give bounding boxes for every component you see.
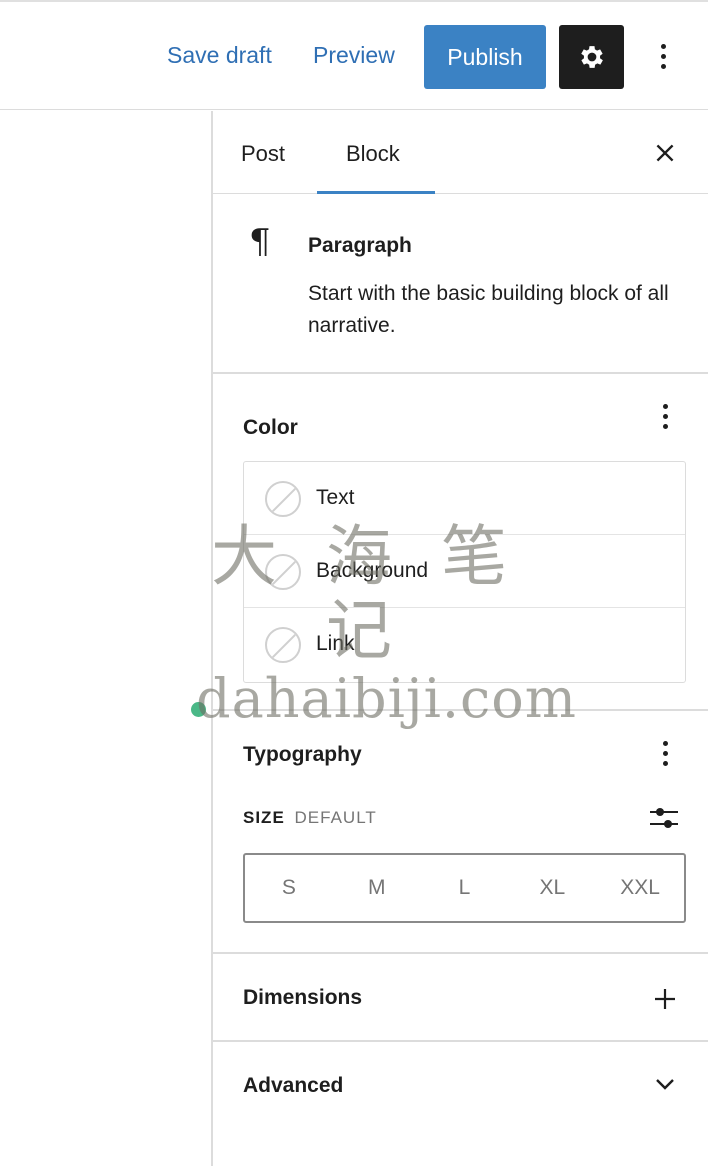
block-description: Start with the basic building block of a… <box>308 282 669 337</box>
font-size-option-xl[interactable]: XL <box>508 855 596 921</box>
more-vertical-icon <box>660 44 666 49</box>
preview-button[interactable]: Preview <box>313 42 395 69</box>
color-panel-title: Color <box>243 416 298 439</box>
editor-header: Save draft Preview Publish <box>0 0 708 110</box>
more-vertical-icon <box>662 741 668 746</box>
more-vertical-icon <box>662 404 668 409</box>
empty-swatch-icon <box>265 481 301 517</box>
custom-size-toggle-icon[interactable] <box>649 805 679 831</box>
more-options-button[interactable] <box>660 44 666 69</box>
size-key: SIZE <box>243 808 285 827</box>
dimensions-panel-title: Dimensions <box>243 986 363 1009</box>
sidebar-tabs: Post Block <box>213 111 708 194</box>
font-size-picker: S M L XL XXL <box>243 853 686 923</box>
color-item-label: Link <box>316 632 355 655</box>
plus-icon[interactable] <box>653 987 677 1011</box>
advanced-panel[interactable]: Advanced <box>213 1042 708 1130</box>
publish-button[interactable]: Publish <box>424 25 546 89</box>
font-size-option-s[interactable]: S <box>245 855 333 921</box>
font-size-label: SIZE DEFAULT <box>243 808 377 828</box>
color-panel: Color Text Background Link <box>213 374 708 711</box>
font-size-option-l[interactable]: L <box>421 855 509 921</box>
color-item-label: Text <box>316 486 355 509</box>
block-card: ¶ Paragraph Start with the basic buildin… <box>213 194 708 374</box>
gear-icon <box>580 46 603 68</box>
typography-panel: Typography SIZE DEFAULT S M L XL XXL <box>213 711 708 954</box>
settings-button[interactable] <box>559 25 624 89</box>
size-value: DEFAULT <box>294 808 377 827</box>
save-draft-button[interactable]: Save draft <box>167 42 272 69</box>
typography-panel-title: Typography <box>243 743 362 766</box>
paragraph-icon: ¶ <box>249 222 271 262</box>
editor-canvas[interactable] <box>0 111 211 1166</box>
block-title: Paragraph <box>308 234 412 257</box>
typography-options-button[interactable] <box>662 741 668 766</box>
color-options-button[interactable] <box>662 404 668 429</box>
close-icon[interactable] <box>652 140 678 166</box>
font-size-option-xxl[interactable]: XXL <box>596 855 684 921</box>
block-indicator-dot <box>191 702 206 717</box>
color-item-label: Background <box>316 559 429 582</box>
dimensions-panel[interactable]: Dimensions <box>213 954 708 1042</box>
tab-block[interactable]: Block <box>346 141 400 167</box>
color-item-link[interactable]: Link <box>244 608 685 681</box>
color-item-text[interactable]: Text <box>244 462 685 535</box>
color-item-background[interactable]: Background <box>244 535 685 608</box>
chevron-down-icon[interactable] <box>653 1076 677 1092</box>
advanced-panel-title: Advanced <box>243 1074 344 1097</box>
color-settings-list: Text Background Link <box>243 461 686 683</box>
empty-swatch-icon <box>265 554 301 590</box>
settings-sidebar: Post Block ¶ Paragraph Start with the ba… <box>211 111 708 1166</box>
empty-swatch-icon <box>265 627 301 663</box>
tab-post[interactable]: Post <box>241 141 285 167</box>
font-size-option-m[interactable]: M <box>333 855 421 921</box>
